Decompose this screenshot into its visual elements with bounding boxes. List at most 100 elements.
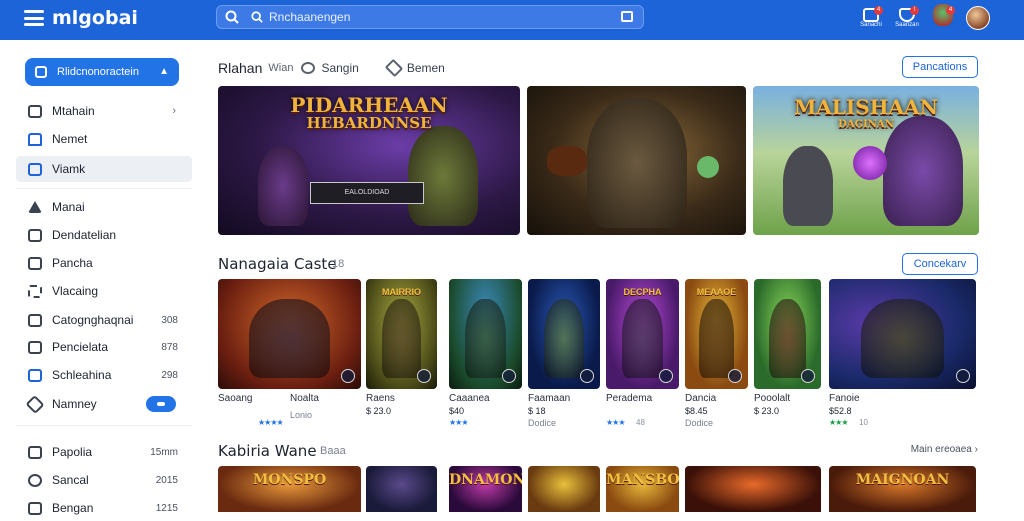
game-card-name[interactable]: Peradema bbox=[606, 393, 652, 404]
character-art bbox=[768, 298, 807, 378]
sidebar-item-download[interactable]: Dendatelian bbox=[16, 222, 192, 248]
game-card[interactable]: MAIGNOAN bbox=[829, 466, 976, 512]
app-logo[interactable]: mlgobai bbox=[24, 7, 138, 29]
sidebar-item-tag[interactable]: Namney bbox=[16, 391, 192, 417]
character-art bbox=[249, 298, 330, 378]
camera-icon[interactable] bbox=[621, 11, 633, 22]
sidebar-item-calendar[interactable]: Pancha bbox=[16, 250, 192, 276]
play-icon[interactable] bbox=[502, 369, 516, 383]
game-card-name[interactable]: Saoang bbox=[218, 393, 252, 404]
section-title: Kabiria Wane bbox=[218, 442, 317, 460]
game-card[interactable]: DNAMON bbox=[449, 466, 522, 512]
game-card-name[interactable]: Dancia bbox=[685, 393, 716, 404]
play-icon[interactable] bbox=[341, 369, 355, 383]
category-icon bbox=[28, 313, 42, 327]
tab-filter[interactable]: Bemen bbox=[384, 58, 445, 78]
sidebar-item-label: Viamk bbox=[52, 162, 86, 176]
play-icon[interactable] bbox=[956, 369, 970, 383]
section-title: Nanagaia Caste bbox=[218, 255, 337, 273]
game-card-name[interactable]: Noalta bbox=[290, 393, 319, 404]
game-card[interactable]: MONSPO bbox=[218, 466, 361, 512]
play-icon[interactable] bbox=[801, 369, 815, 383]
cart-icon[interactable]: 4 Sanachi bbox=[858, 4, 884, 32]
game-card-name[interactable]: Caaanea bbox=[449, 393, 490, 404]
game-card-name[interactable]: Fanoie bbox=[829, 393, 860, 404]
play-icon[interactable] bbox=[728, 369, 742, 383]
sidebar-item-library[interactable]: Viamk bbox=[16, 156, 192, 182]
sidebar-item-label: Papolia bbox=[52, 445, 93, 459]
book-icon bbox=[28, 501, 42, 515]
sidebar-item-mail[interactable]: Mtahain › bbox=[16, 98, 192, 124]
tab-sort[interactable]: Sangin bbox=[301, 61, 359, 75]
more-link[interactable]: Main ereoaea › bbox=[911, 444, 978, 455]
search-placeholder: Rnchaanengen bbox=[269, 10, 351, 24]
sidebar-item-label: Pancha bbox=[52, 256, 93, 270]
game-card-name[interactable]: Raens bbox=[366, 393, 395, 404]
sidebar-item-count: 308 bbox=[161, 314, 178, 326]
more-link-label: Main ereoaea bbox=[910, 444, 972, 455]
toggle-switch[interactable] bbox=[146, 396, 176, 412]
game-card[interactable] bbox=[829, 279, 976, 389]
sidebar-item-search[interactable]: Sancal 2015 bbox=[16, 467, 192, 493]
sidebar-item-home[interactable]: Nemet bbox=[16, 126, 192, 152]
sidebar-item-grid[interactable]: Vlacaing bbox=[16, 278, 192, 304]
hero-title-line: HEBARDNNSE bbox=[306, 114, 432, 132]
game-card-title: MAIRRIO bbox=[382, 287, 421, 297]
sidebar-item-book[interactable]: Bengan 1215 bbox=[16, 495, 192, 521]
section-button[interactable]: Concekarv bbox=[902, 253, 978, 275]
sidebar-item-label: Mtahain bbox=[52, 104, 95, 118]
tab-main[interactable]: Rlahan Wian bbox=[218, 60, 293, 76]
hero-banner[interactable] bbox=[527, 86, 746, 235]
play-icon[interactable] bbox=[580, 369, 594, 383]
top-icons: 4 Sanachi ! Saanzan 4 bbox=[858, 4, 990, 32]
chevron-up-icon[interactable]: ▲ bbox=[159, 66, 169, 77]
game-card[interactable]: MANSBO bbox=[606, 466, 679, 512]
game-card[interactable] bbox=[685, 466, 821, 512]
tab-bar: Rlahan Wian Sangin Bemen bbox=[218, 58, 473, 78]
sidebar-item-list[interactable]: Schleahina 298 bbox=[16, 362, 192, 388]
menu-icon[interactable] bbox=[24, 10, 44, 26]
search-icon bbox=[251, 11, 263, 23]
game-card-name[interactable]: Pooolalt bbox=[754, 393, 790, 404]
sidebar-item-label: Manai bbox=[52, 200, 85, 214]
rating-count: 48 bbox=[636, 418, 645, 427]
hero-title-line: MALISHAAN bbox=[794, 95, 938, 119]
sidebar-item-label: Dendatelian bbox=[52, 228, 117, 242]
weapon-art bbox=[547, 146, 587, 176]
hero-banner[interactable]: MALISHAAN DAGINAN bbox=[753, 86, 979, 235]
sidebar-primary-button[interactable]: Rlidcnonoractein ▲ bbox=[25, 58, 179, 86]
chevron-right-icon: › bbox=[172, 105, 176, 117]
game-card[interactable] bbox=[218, 279, 361, 389]
magic-orb-art bbox=[697, 156, 719, 178]
play-icon[interactable] bbox=[417, 369, 431, 383]
top-bar: mlgobai Rnchaanengen 4 Sanachi ! Saanzan… bbox=[0, 0, 1024, 40]
game-card[interactable] bbox=[754, 279, 821, 389]
game-card-name[interactable]: Faamaan bbox=[528, 393, 570, 404]
hero-banner[interactable]: PIDARHEAAN HEBARDNNSE EALOLDIOAD bbox=[218, 86, 520, 235]
sidebar-item-label: Vlacaing bbox=[52, 284, 99, 298]
hero-plate-text: EALOLDIOAD bbox=[344, 189, 390, 196]
search-icon bbox=[28, 473, 42, 487]
play-icon[interactable] bbox=[659, 369, 673, 383]
featured-button[interactable]: Pancations bbox=[902, 56, 978, 78]
search-input[interactable]: Rnchaanengen bbox=[216, 5, 644, 29]
sidebar-item-label: Sancal bbox=[52, 473, 89, 487]
game-card[interactable] bbox=[528, 466, 600, 512]
game-card-title: MONSPO bbox=[252, 472, 327, 488]
friends-icon[interactable]: 4 bbox=[930, 4, 956, 32]
game-card[interactable] bbox=[449, 279, 522, 389]
user-avatar[interactable] bbox=[966, 6, 990, 30]
sidebar-item-category[interactable]: Catognghaqnai 308 bbox=[16, 307, 192, 333]
tag-icon bbox=[25, 394, 45, 414]
sidebar-item-chat[interactable]: Papolia 15mm bbox=[16, 439, 192, 465]
game-card-price: $52.8 bbox=[829, 406, 852, 416]
game-card[interactable] bbox=[366, 466, 437, 512]
game-card[interactable] bbox=[528, 279, 600, 389]
notification-icon[interactable]: ! Saanzan bbox=[894, 4, 920, 32]
sidebar-item-label: Namney bbox=[52, 397, 97, 411]
sidebar-item-label: Pencielata bbox=[52, 340, 109, 354]
tab-label: Rlahan bbox=[218, 60, 263, 76]
sidebar-item-star[interactable]: Manai bbox=[16, 194, 192, 220]
sidebar-item-folder[interactable]: Pencielata 878 bbox=[16, 334, 192, 360]
sort-icon bbox=[301, 62, 316, 74]
